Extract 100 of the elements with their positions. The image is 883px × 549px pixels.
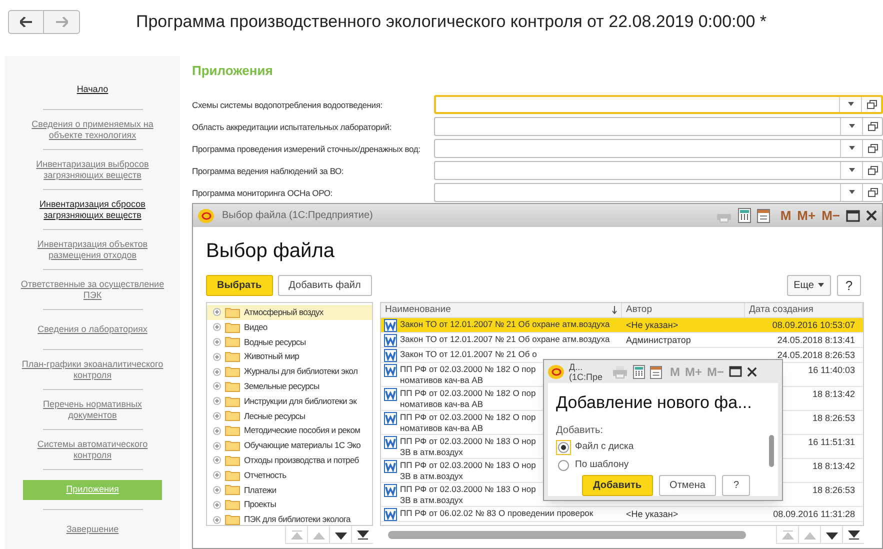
tree-item[interactable]: Животный мир xyxy=(207,349,372,364)
table-cell: <Не указан> xyxy=(626,319,678,331)
folder-icon xyxy=(225,470,240,481)
tree-item[interactable]: Методические пособия и реком xyxy=(207,423,372,438)
sidebar-link[interactable]: Сведения о применяемых на объекте технологиях xyxy=(18,118,168,140)
sidebar-link[interactable]: Сведения о лабораториях xyxy=(36,324,150,335)
folder-icon xyxy=(225,396,240,407)
sidebar-link[interactable]: Ответственные за осуществление ПЭК xyxy=(18,278,168,300)
plus-icon[interactable] xyxy=(213,516,221,524)
tree-item[interactable]: Платежи xyxy=(207,482,372,498)
tree-item[interactable]: Лесные ресурсы xyxy=(207,408,372,424)
document-icon xyxy=(384,484,397,497)
close-icon[interactable] xyxy=(866,210,877,221)
input-field[interactable] xyxy=(434,138,883,158)
input-field[interactable] xyxy=(434,94,883,114)
input-field[interactable] xyxy=(434,160,883,180)
option-label: По шаблону xyxy=(575,458,629,472)
open-icon[interactable] xyxy=(868,166,878,174)
plus-icon[interactable] xyxy=(213,368,221,376)
plus-icon[interactable] xyxy=(213,323,221,332)
sidebar-link[interactable]: Инвентаризация сбросов загрязняющих веществ xyxy=(18,198,168,220)
vertical-scrollbar[interactable] xyxy=(769,435,774,467)
radio-button[interactable] xyxy=(556,458,571,472)
calendar-icon[interactable] xyxy=(757,208,770,223)
tree-item[interactable]: Атмосферный воздух xyxy=(207,305,372,320)
folder-icon xyxy=(225,514,240,525)
down-icon xyxy=(334,530,346,540)
button[interactable]: Добавить файл xyxy=(278,274,372,296)
nav-button[interactable] xyxy=(820,526,842,544)
tree-item[interactable]: Обучающие материалы 1С Эко xyxy=(207,438,372,453)
dropdown-icon[interactable] xyxy=(848,190,854,194)
plus-icon[interactable] xyxy=(213,471,221,480)
document-icon xyxy=(384,364,397,377)
table-row[interactable]: ПП РФ от 06.02.02 № 83 О проведении проверок <Не указан> 08.09.2016 11:31:28 xyxy=(381,507,863,522)
calendar-icon[interactable] xyxy=(650,364,662,378)
more-button[interactable]: Еще xyxy=(786,274,831,296)
tree-item[interactable]: Видео xyxy=(207,320,372,335)
tree-item[interactable]: Земельные ресурсы xyxy=(207,378,372,394)
plus-icon[interactable] xyxy=(213,352,221,361)
dropdown-icon[interactable] xyxy=(848,124,854,128)
open-icon[interactable] xyxy=(868,188,878,196)
folder-icon xyxy=(225,306,240,318)
sidebar-link[interactable]: Завершение xyxy=(64,524,121,535)
sidebar-link[interactable]: Начало xyxy=(74,84,110,95)
tree-item[interactable]: Водные ресурсы xyxy=(207,334,372,350)
dropdown-icon[interactable] xyxy=(848,146,854,150)
plus-icon[interactable] xyxy=(213,382,221,390)
nav-button[interactable] xyxy=(351,526,373,544)
radio-button[interactable] xyxy=(556,440,571,454)
tree-item[interactable]: ПЭК для библиотеки эколога xyxy=(207,512,372,525)
plus-icon[interactable] xyxy=(213,412,221,420)
input-field[interactable] xyxy=(434,182,883,202)
plus-icon[interactable] xyxy=(213,308,221,316)
tree-item[interactable]: Журналы для библиотеки экол xyxy=(207,364,372,379)
sidebar-link[interactable]: Инвентаризация объектов размещения отходов xyxy=(18,238,168,260)
dropdown-icon[interactable] xyxy=(848,168,854,172)
open-icon[interactable] xyxy=(868,122,878,130)
column-header[interactable]: Автор xyxy=(626,303,652,318)
plus-icon[interactable] xyxy=(213,442,221,450)
plus-icon[interactable] xyxy=(213,397,221,406)
sidebar-link[interactable]: План-графики экоаналитического контроля xyxy=(18,358,168,380)
tree-item[interactable]: Отходы производства и потреб xyxy=(207,452,372,468)
default-button[interactable]: Добавить xyxy=(582,474,653,496)
maximize-icon[interactable] xyxy=(846,210,860,222)
table-row[interactable]: Закон ТО от 12.01.2007 № 21 Об охране атм.воздуха Администратор 24.05.2018 8:13:41 xyxy=(381,333,863,348)
document-icon xyxy=(384,349,397,362)
help-button[interactable]: ? xyxy=(837,274,861,296)
input-field[interactable] xyxy=(434,116,883,136)
column-header[interactable]: Дата создания xyxy=(749,303,814,318)
table-cell: <Не указан> xyxy=(626,508,678,520)
open-icon[interactable] xyxy=(866,100,876,108)
close-icon[interactable] xyxy=(747,366,758,376)
maximize-icon[interactable] xyxy=(729,366,742,377)
last-icon xyxy=(356,530,368,540)
sidebar-link[interactable]: Перечень нормативных документов xyxy=(18,398,168,420)
open-icon[interactable] xyxy=(868,144,878,152)
button[interactable]: ? xyxy=(722,474,750,496)
calculator-icon[interactable] xyxy=(738,208,752,223)
plus-icon[interactable] xyxy=(213,486,221,494)
nav-button[interactable] xyxy=(329,526,351,544)
horizontal-scrollbar[interactable] xyxy=(388,531,746,539)
plus-icon[interactable] xyxy=(213,426,221,435)
dropdown-icon[interactable] xyxy=(848,102,854,106)
plus-icon[interactable] xyxy=(213,338,221,346)
plus-icon[interactable] xyxy=(213,500,221,509)
sidebar-link[interactable]: Системы автоматического контроля xyxy=(18,438,168,460)
table-cell: ПП РФ от 02.03.2000 № 182 О пор номативов кач-ва АВ xyxy=(400,364,536,386)
default-button[interactable]: Выбрать xyxy=(206,274,273,296)
tree-item[interactable]: Проекты xyxy=(207,497,372,512)
sort-arrow-icon xyxy=(612,306,617,314)
button[interactable]: Отмена xyxy=(658,474,716,496)
sidebar-link[interactable]: Инвентаризация выбросов загрязняющих веществ xyxy=(18,158,168,180)
calculator-icon[interactable] xyxy=(633,364,645,378)
table-row[interactable]: Закон ТО от 12.01.2007 № 21 Об охране атм.воздуха <Не указан> 08.09.2016 10:53:07 xyxy=(381,318,863,333)
nav-button[interactable] xyxy=(842,526,864,544)
column-header[interactable]: Наименование xyxy=(385,303,451,318)
tree-item[interactable]: Отчетность xyxy=(207,468,372,483)
logo-icon xyxy=(548,364,564,378)
tree-item[interactable]: Инструкции для библиотеки эк xyxy=(207,394,372,409)
plus-icon[interactable] xyxy=(213,456,221,464)
